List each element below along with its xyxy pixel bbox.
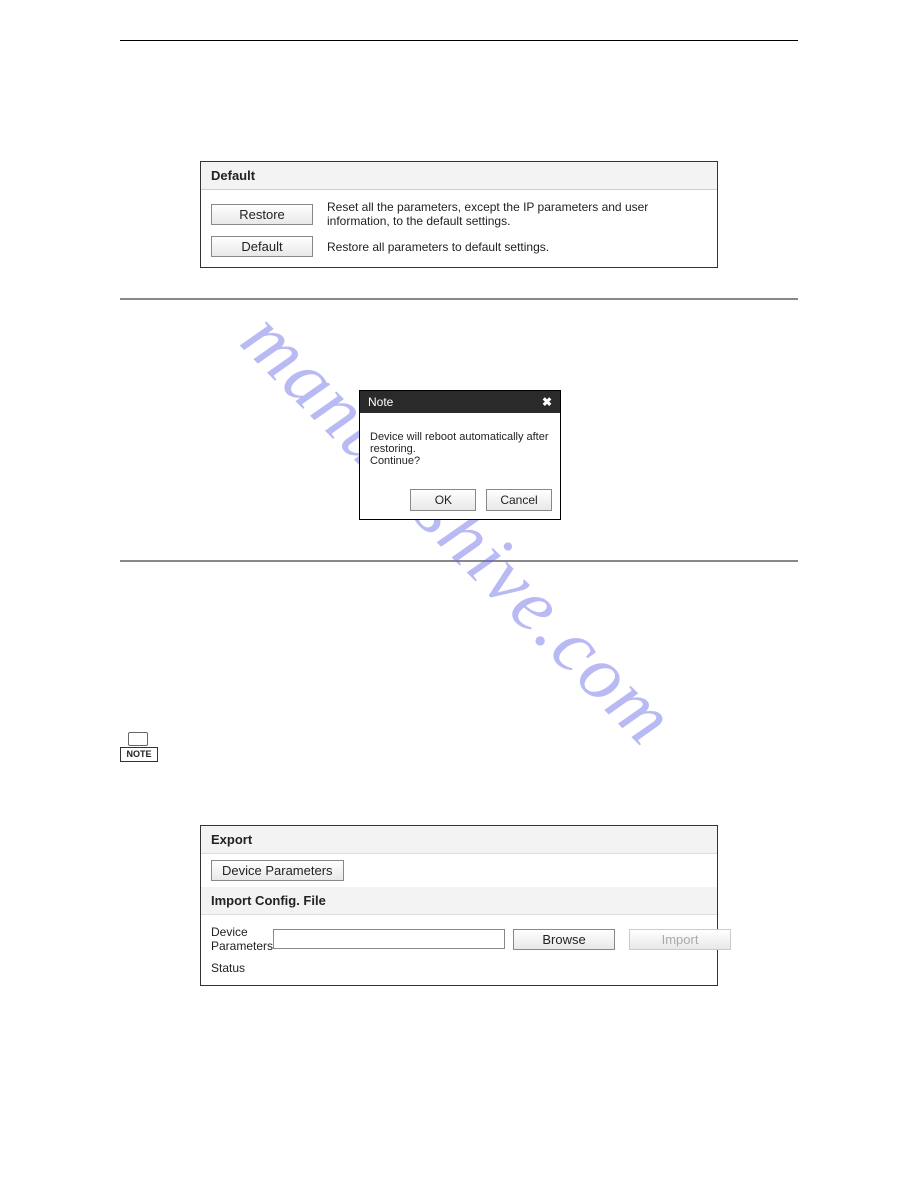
device-parameters-label: Device Parameters xyxy=(211,925,273,953)
note-icon-label: NOTE xyxy=(120,747,158,762)
default-row: Default Restore all parameters to defaul… xyxy=(211,232,707,261)
config-file-path-input[interactable] xyxy=(273,929,505,949)
default-settings-panel: Default Restore Reset all the parameters… xyxy=(200,161,718,268)
default-panel-title: Default xyxy=(201,162,717,190)
dialog-body: Device will reboot automatically after r… xyxy=(360,413,560,481)
section-rule-1 xyxy=(120,298,798,300)
import-title: Import Config. File xyxy=(201,887,717,915)
close-icon[interactable]: ✖ xyxy=(542,395,552,409)
dialog-body-line1: Device will reboot automatically after r… xyxy=(370,431,550,455)
default-description: Restore all parameters to default settin… xyxy=(327,240,549,254)
export-device-parameters-button[interactable]: Device Parameters xyxy=(211,860,344,881)
dialog-title-text: Note xyxy=(368,395,393,409)
ok-button[interactable]: OK xyxy=(410,489,476,511)
restore-button[interactable]: Restore xyxy=(211,204,313,225)
browse-button[interactable]: Browse xyxy=(513,929,615,950)
restore-description: Reset all the parameters, except the IP … xyxy=(327,200,707,228)
status-label: Status xyxy=(211,961,321,975)
import-button[interactable]: Import xyxy=(629,929,731,950)
watermark-text: manualshive.com xyxy=(224,293,693,762)
section-rule-2 xyxy=(120,560,798,562)
cancel-button[interactable]: Cancel xyxy=(486,489,552,511)
export-title: Export xyxy=(201,826,717,854)
restore-row: Restore Reset all the parameters, except… xyxy=(211,196,707,232)
note-dialog: Note ✖ Device will reboot automatically … xyxy=(359,390,561,520)
import-row: Device Parameters Browse Import xyxy=(211,921,707,957)
note-icon: NOTE xyxy=(120,732,156,762)
top-rule xyxy=(120,40,798,41)
default-button[interactable]: Default xyxy=(211,236,313,257)
import-export-panel: Export Device Parameters Import Config. … xyxy=(200,825,718,986)
dialog-body-line2: Continue? xyxy=(370,455,550,467)
status-row: Status xyxy=(211,957,707,979)
